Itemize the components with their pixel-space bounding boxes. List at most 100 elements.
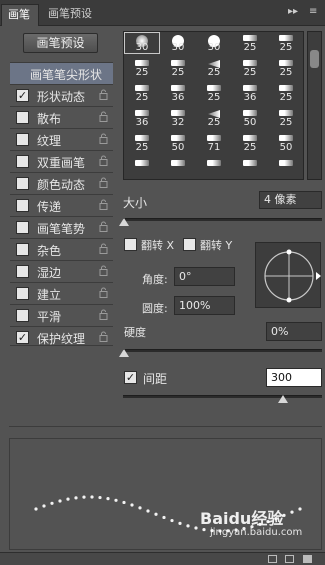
option-row-12[interactable]: ✓ 保护纹理 [10,326,113,348]
option-row-6[interactable]: 传递 [10,194,113,216]
lock-icon[interactable] [99,199,108,210]
brush-tip-cell[interactable]: 25 [268,57,303,79]
brush-tip-shape-row[interactable]: 画笔笔尖形状 [10,62,113,84]
brush-tip-cell[interactable]: 71 [196,132,232,154]
brush-presets-button[interactable]: 画笔预设 [23,33,98,53]
brush-tip-cell[interactable]: 36 [124,107,160,129]
brush-tip-cell[interactable] [196,157,232,179]
spacing-field[interactable]: 300 [266,368,322,387]
option-row-3[interactable]: 纹理 [10,128,113,150]
lock-icon[interactable] [99,331,108,342]
lock-icon[interactable] [99,221,108,232]
option-checkbox[interactable]: ✓ [16,89,29,102]
brush-tip-cell[interactable]: 25 [124,57,160,79]
brush-tip-cell[interactable]: 32 [160,107,196,129]
brush-tip-cell[interactable]: 30 [160,32,196,54]
option-checkbox[interactable] [16,243,29,256]
brush-tip-cell[interactable] [160,157,196,179]
bristle-brush-icon [171,110,185,116]
option-checkbox[interactable] [16,199,29,212]
option-label: 保护纹理 [37,332,86,346]
option-row-2[interactable]: 散布 [10,106,113,128]
tab-brush-presets[interactable]: 画笔预设 [42,4,104,26]
collapse-panel-icon[interactable]: ▸▸ [288,6,298,17]
hardness-slider-track[interactable] [123,349,322,352]
brush-tip-cell[interactable]: 25 [268,32,303,54]
roundness-field[interactable]: 100% [174,296,235,315]
spacing-checkbox[interactable]: ✓ [124,371,137,384]
brush-tip-cell[interactable]: 25 [268,107,303,129]
option-checkbox[interactable] [16,265,29,278]
lock-icon[interactable] [99,177,108,188]
option-row-11[interactable]: 平滑 [10,304,113,326]
option-checkbox[interactable] [16,155,29,168]
spacing-slider-track[interactable] [123,395,322,398]
option-row-5[interactable]: 颜色动态 [10,172,113,194]
spacing-slider-handle[interactable] [278,395,288,403]
brush-tip-cell[interactable]: 25 [232,132,268,154]
size-slider-track[interactable] [123,218,322,221]
option-row-10[interactable]: 建立 [10,282,113,304]
option-row-7[interactable]: 画笔笔势 [10,216,113,238]
brush-tip-cell[interactable]: 25 [196,82,232,104]
option-checkbox[interactable]: ✓ [16,331,29,344]
bristle-brush-icon [279,110,293,116]
lock-icon[interactable] [99,287,108,298]
flip-x-checkbox[interactable] [124,238,137,251]
brush-tip-cell[interactable]: 25 [160,57,196,79]
brush-tip-cell[interactable]: 50 [160,132,196,154]
lock-icon[interactable] [99,309,108,320]
brush-tip-cell[interactable]: 25 [268,82,303,104]
brush-tip-cell[interactable] [124,157,160,179]
brush-tip-cell[interactable]: 36 [232,82,268,104]
brush-tip-cell[interactable]: 30 [196,32,232,54]
brush-tip-cell[interactable] [232,157,268,179]
brush-tip-cell[interactable]: 25 [124,132,160,154]
option-checkbox[interactable] [16,111,29,124]
brush-grid-scrollbar[interactable] [307,31,322,180]
brush-tip-cell[interactable]: 25 [232,32,268,54]
grid-icon[interactable] [285,555,294,563]
brush-tip-cell[interactable]: 25 [196,107,232,129]
option-checkbox[interactable] [16,287,29,300]
option-row-1[interactable]: ✓ 形状动态 [10,84,113,106]
angle-roundness-widget[interactable] [255,242,321,308]
lock-icon[interactable] [99,89,108,100]
lock-icon[interactable] [99,155,108,166]
brush-tip-cell[interactable]: 25 [196,57,232,79]
size-field[interactable]: 4 像素 [259,191,322,209]
option-checkbox[interactable] [16,309,29,322]
brush-size-label: 30 [135,42,149,53]
option-row-9[interactable]: 湿边 [10,260,113,282]
brush-tip-cell[interactable]: 25 [232,57,268,79]
brush-tip-cell[interactable]: 50 [268,132,303,154]
hardness-slider-handle[interactable] [119,349,129,357]
flip-y-checkbox[interactable] [183,238,196,251]
lock-icon[interactable] [99,243,108,254]
bristle-brush-icon [243,85,257,91]
size-slider-handle[interactable] [119,218,129,226]
trash-icon[interactable] [303,555,312,563]
brush-tip-cell[interactable]: 30 [124,32,160,54]
option-row-4[interactable]: 双重画笔 [10,150,113,172]
lock-icon[interactable] [99,111,108,122]
option-checkbox[interactable] [16,177,29,190]
scrollbar-thumb[interactable] [310,50,319,68]
lock-icon[interactable] [99,265,108,276]
new-preset-icon[interactable] [268,555,277,563]
tab-brush[interactable]: 画笔 [1,4,39,26]
lock-icon[interactable] [99,133,108,144]
brush-tip-cell[interactable]: 36 [160,82,196,104]
brush-tip-cell[interactable]: 25 [124,82,160,104]
bristle-brush-icon [171,85,185,91]
option-label: 画笔笔势 [37,222,86,236]
brush-tip-cell[interactable] [268,157,303,179]
option-label: 杂色 [37,244,62,258]
option-checkbox[interactable] [16,133,29,146]
hardness-field[interactable]: 0% [266,322,322,341]
panel-menu-icon[interactable]: ≡ [309,6,317,17]
angle-field[interactable]: 0° [174,267,235,286]
option-checkbox[interactable] [16,221,29,234]
brush-tip-cell[interactable]: 50 [232,107,268,129]
option-row-8[interactable]: 杂色 [10,238,113,260]
